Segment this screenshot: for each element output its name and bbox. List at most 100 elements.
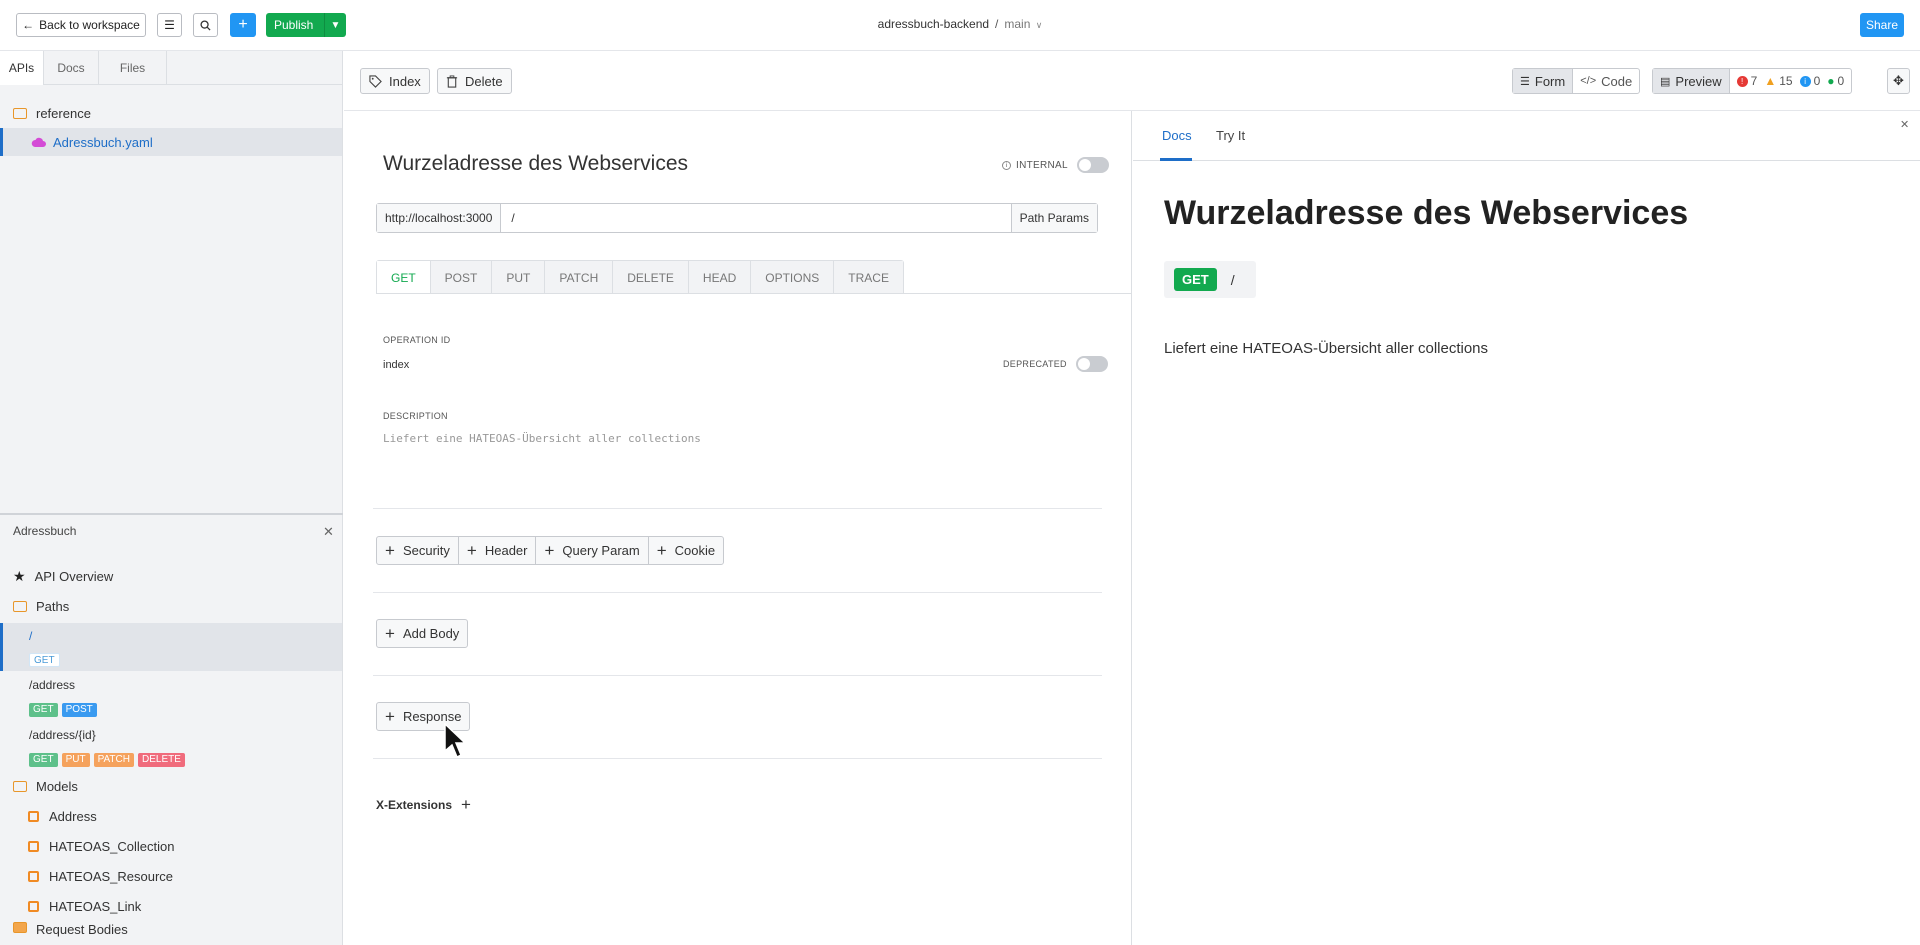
- search-icon: [200, 19, 211, 31]
- folder-open-icon: [13, 600, 27, 612]
- tab-apis[interactable]: APIs: [0, 51, 44, 85]
- code-tab[interactable]: </> Code: [1573, 69, 1639, 93]
- delete-button[interactable]: Delete: [437, 68, 512, 94]
- tab-method-get[interactable]: GET: [377, 261, 431, 294]
- share-button[interactable]: Share: [1860, 13, 1904, 37]
- back-to-workspace-button[interactable]: ← Back to workspace: [16, 13, 146, 37]
- menu-button[interactable]: ☰: [157, 13, 182, 37]
- tab-method-trace[interactable]: TRACE: [834, 261, 903, 294]
- form-tab[interactable]: ☰ Form: [1513, 69, 1574, 93]
- api-overview-item[interactable]: ★ API Overview: [0, 562, 342, 590]
- close-icon[interactable]: ✕: [323, 524, 334, 540]
- models-folder[interactable]: Models: [0, 772, 342, 800]
- method-tabs: GET POST PUT PATCH DELETE HEAD OPTIONS T…: [376, 260, 904, 294]
- path-item-root[interactable]: / GET: [0, 623, 342, 671]
- method-badge-get: GET: [29, 753, 58, 767]
- tab-preview-docs[interactable]: Docs: [1162, 128, 1192, 143]
- outline-title: Adressbuch: [13, 524, 77, 538]
- hint-icon: ●: [1827, 74, 1835, 88]
- tab-files[interactable]: Files: [99, 51, 167, 85]
- folder-reference[interactable]: reference: [0, 99, 342, 127]
- server-host-select[interactable]: http://localhost:3000: [377, 204, 502, 232]
- internal-toggle-group: i INTERNAL: [1002, 157, 1109, 173]
- file-adressbuch-yaml[interactable]: Adressbuch.yaml: [0, 128, 342, 156]
- cube-icon: [28, 810, 39, 822]
- chevron-down-icon: ∨: [1035, 20, 1043, 30]
- list-icon: ☰: [1520, 75, 1530, 88]
- plus-icon: +: [238, 16, 248, 33]
- operation-id-input[interactable]: index: [383, 359, 409, 371]
- model-item[interactable]: HATEOAS_Resource: [0, 862, 342, 890]
- tab-method-put[interactable]: PUT: [492, 261, 546, 294]
- deprecated-toggle-group: DEPRECATED: [1003, 356, 1108, 372]
- sidebar-tabs: APIs Docs Files: [0, 51, 343, 85]
- view-mode-toggle: ☰ Form </> Code: [1512, 68, 1641, 94]
- sidebar: APIs Docs Files reference Adressbuch.yam…: [0, 51, 343, 945]
- section-divider: [373, 508, 1102, 509]
- description-textarea[interactable]: Liefert eine HATEOAS-Übersicht aller col…: [383, 432, 701, 445]
- add-header-button[interactable]: + Header: [459, 537, 537, 564]
- add-query-param-button[interactable]: + Query Param: [536, 537, 649, 564]
- method-badge-delete: DELETE: [137, 753, 185, 767]
- model-item[interactable]: Address: [0, 802, 342, 830]
- model-item[interactable]: HATEOAS_Link: [0, 892, 342, 920]
- plus-icon: +: [385, 624, 395, 643]
- preview-route: GET /: [1164, 261, 1256, 298]
- operation-id-label: OPERATION ID: [383, 335, 451, 345]
- tab-try-it[interactable]: Try It: [1216, 128, 1245, 143]
- top-bar: ← Back to workspace ☰ + Publish ▼ adress…: [0, 0, 1920, 51]
- code-icon: </>: [1580, 75, 1597, 87]
- method-badge-get: GET: [29, 703, 58, 717]
- path-item-address-id[interactable]: /address/{id} GET PUT PATCH DELETE: [0, 723, 342, 771]
- preview-toggle[interactable]: ▤ Preview: [1653, 69, 1730, 93]
- cube-icon: [28, 870, 39, 882]
- add-extension-icon[interactable]: +: [461, 796, 471, 813]
- index-button[interactable]: Index: [360, 68, 430, 94]
- project-breadcrumb[interactable]: adressbuch-backend / main ∨: [860, 17, 1060, 31]
- document-icon: ▤: [1660, 75, 1671, 88]
- add-body-button[interactable]: + Add Body: [376, 619, 469, 648]
- method-badge-put: PUT: [61, 753, 90, 767]
- path-item-address[interactable]: /address GET POST: [0, 673, 342, 721]
- request-bodies-folder[interactable]: Request Bodies: [0, 922, 342, 942]
- info-circle-icon: i: [1002, 160, 1011, 170]
- add-security-button[interactable]: + Security: [377, 537, 459, 564]
- error-icon: !: [1736, 75, 1748, 87]
- url-bar: http://localhost:3000 / Path Params: [376, 203, 1098, 233]
- deprecated-toggle[interactable]: [1075, 356, 1108, 372]
- tab-method-patch[interactable]: PATCH: [545, 261, 614, 294]
- tab-docs[interactable]: Docs: [44, 51, 99, 85]
- plus-icon: +: [385, 707, 395, 726]
- internal-toggle[interactable]: [1076, 157, 1109, 173]
- close-preview-icon[interactable]: ✕: [1900, 118, 1909, 131]
- tab-method-head[interactable]: HEAD: [688, 261, 752, 294]
- path-params-button[interactable]: Path Params: [1010, 204, 1097, 232]
- tab-method-delete[interactable]: DELETE: [613, 261, 689, 294]
- section-divider: [373, 675, 1102, 676]
- move-arrows-icon: ✥: [1893, 73, 1904, 88]
- model-item[interactable]: HATEOAS_Collection: [0, 832, 342, 860]
- method-badge-get: GET: [1174, 268, 1217, 291]
- cube-icon: [28, 900, 39, 912]
- search-button[interactable]: [193, 13, 218, 37]
- cube-icon: [28, 840, 39, 852]
- expand-button[interactable]: ✥: [1887, 68, 1910, 94]
- operation-title-input[interactable]: Wurzeladresse des Webservices: [383, 152, 688, 176]
- path-input[interactable]: /: [501, 204, 1010, 232]
- warning-icon: ▲: [1764, 74, 1777, 88]
- add-cookie-button[interactable]: + Cookie: [649, 537, 723, 564]
- description-label: DESCRIPTION: [383, 411, 448, 421]
- panel-divider[interactable]: [0, 513, 343, 515]
- mouse-pointer-icon: [444, 723, 467, 759]
- diagnostics-summary[interactable]: ! 7 ▲ 15 i0 ● 0: [1730, 69, 1852, 93]
- paths-folder[interactable]: Paths: [0, 592, 342, 620]
- method-badge-get: GET: [29, 653, 60, 667]
- preview-title: Wurzeladresse des Webservices: [1164, 194, 1689, 232]
- publish-button[interactable]: Publish ▼: [266, 13, 346, 37]
- folder-icon: [13, 922, 27, 933]
- add-button[interactable]: +: [230, 13, 256, 37]
- tab-method-post[interactable]: POST: [430, 261, 493, 294]
- preview-description: Liefert eine HATEOAS-Übersicht aller col…: [1164, 340, 1489, 357]
- chevron-down-icon[interactable]: ▼: [324, 13, 346, 37]
- tab-method-options[interactable]: OPTIONS: [751, 261, 835, 294]
